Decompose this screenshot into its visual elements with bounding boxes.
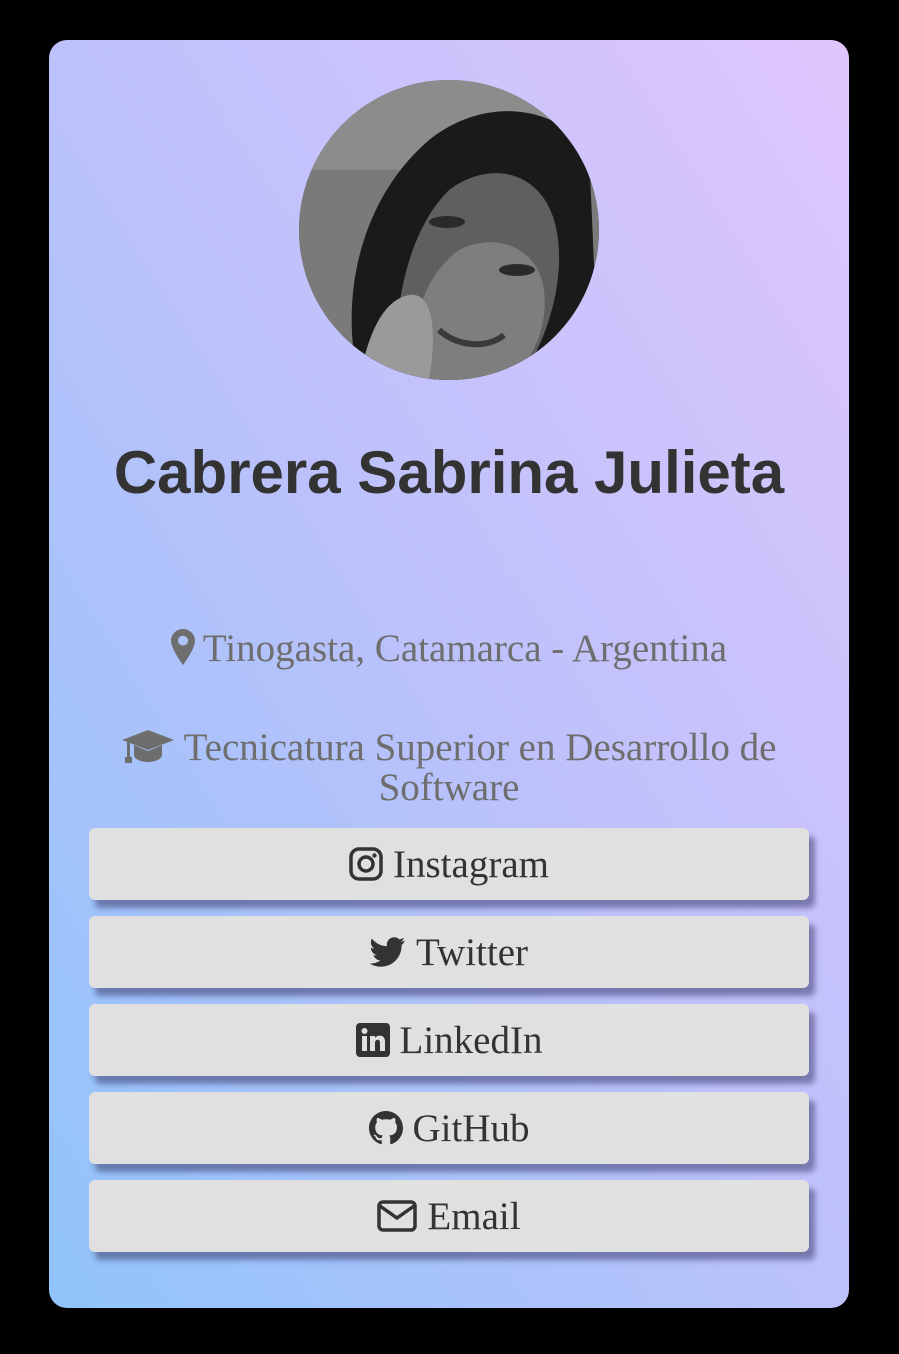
linkedin-button[interactable]: LinkedIn xyxy=(89,1004,809,1076)
email-label: Email xyxy=(427,1194,521,1238)
envelope-icon xyxy=(377,1200,418,1232)
social-links: Instagram Twitter LinkedIn GitHub Email xyxy=(89,828,809,1268)
twitter-icon xyxy=(369,937,406,967)
linkedin-label: LinkedIn xyxy=(399,1018,543,1062)
profile-name: Cabrera Sabrina Julieta xyxy=(113,439,785,506)
linkedin-icon xyxy=(355,1023,390,1057)
location-line: Tinogasta, Catamarca - Argentina xyxy=(49,626,849,672)
profile-photo-image xyxy=(299,80,599,380)
github-label: GitHub xyxy=(412,1106,530,1150)
twitter-label: Twitter xyxy=(415,930,529,974)
email-button[interactable]: Email xyxy=(89,1180,809,1252)
profile-photo xyxy=(299,80,599,380)
map-marker-icon xyxy=(170,629,195,665)
graduation-cap-icon xyxy=(121,730,174,763)
education-line: Tecnicatura Superior en Desarrollo de So… xyxy=(89,728,809,808)
github-button[interactable]: GitHub xyxy=(89,1092,809,1164)
instagram-button[interactable]: Instagram xyxy=(89,828,809,900)
profile-card: Cabrera Sabrina Julieta Tinogasta, Catam… xyxy=(49,40,849,1308)
instagram-icon xyxy=(349,847,383,881)
instagram-label: Instagram xyxy=(393,842,549,886)
twitter-button[interactable]: Twitter xyxy=(89,916,809,988)
location-text: Tinogasta, Catamarca - Argentina xyxy=(202,627,728,670)
github-icon xyxy=(368,1111,403,1145)
education-text: Tecnicatura Superior en Desarrollo de So… xyxy=(183,726,777,809)
